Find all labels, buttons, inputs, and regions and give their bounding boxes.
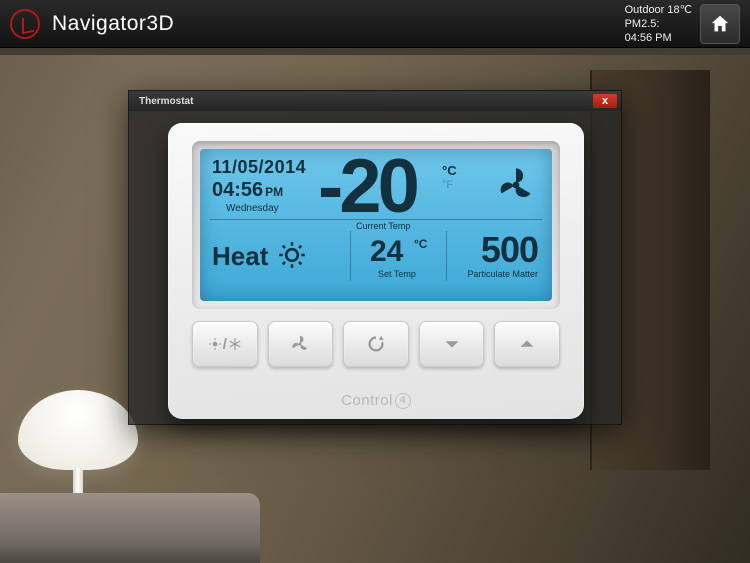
- top-bar: Navigator3D Outdoor 18℃ PM2.5: 04:56 PM: [0, 0, 750, 48]
- down-button[interactable]: [419, 321, 485, 367]
- lcd-current-temp-label: Current Temp: [356, 221, 410, 231]
- lcd-unit-c: °C: [442, 163, 457, 178]
- lcd-day-of-week: Wednesday: [226, 203, 279, 214]
- sun-small-icon: [208, 337, 222, 351]
- fan-icon: [496, 165, 536, 210]
- fan-button-icon: [289, 333, 311, 355]
- chevron-down-icon: [441, 333, 463, 355]
- home-icon: [709, 13, 731, 35]
- mode-button[interactable]: /: [192, 321, 258, 367]
- status-block: Outdoor 18℃ PM2.5: 04:56 PM: [625, 3, 692, 45]
- lcd-pm-value: 500: [481, 229, 538, 271]
- lcd-set-temp-unit: °C: [414, 237, 427, 251]
- lcd-frame: 11/05/2014 04:56PM Wednesday -20 °C °F C…: [192, 141, 560, 309]
- lcd-current-temp: -20: [318, 143, 416, 230]
- brand-text: Control: [341, 392, 393, 409]
- app-title: Navigator3D: [52, 12, 174, 36]
- bed: [0, 493, 260, 563]
- up-button[interactable]: [494, 321, 560, 367]
- lcd-pm-label: Particulate Matter: [467, 269, 538, 279]
- dialog-title: Thermostat: [139, 96, 593, 107]
- lcd-date: 11/05/2014: [212, 157, 306, 178]
- brand-label: Control4: [168, 392, 584, 409]
- pm25-label: PM2.5:: [625, 18, 660, 30]
- brand-ring-icon: 4: [395, 393, 411, 409]
- lcd-ampm: PM: [265, 185, 283, 199]
- dialog-close-button[interactable]: x: [593, 94, 617, 108]
- app-logo-icon: [10, 9, 40, 39]
- outdoor-label: Outdoor: [625, 4, 665, 16]
- clock: 04:56 PM: [625, 31, 692, 45]
- lcd-unit-f: °F: [442, 179, 453, 191]
- lcd-time-value: 04:56: [212, 179, 263, 201]
- mode-button-glyph: /: [208, 336, 242, 353]
- lcd-set-temp-label: Set Temp: [378, 269, 416, 279]
- fan-button[interactable]: [268, 321, 334, 367]
- lcd-time: 04:56PM: [212, 179, 283, 202]
- lcd-set-temp: 24: [370, 235, 403, 269]
- snowflake-icon: [228, 337, 242, 351]
- dialog-titlebar: Thermostat x: [129, 91, 621, 111]
- home-button[interactable]: [700, 4, 740, 44]
- lcd-mode: Heat: [212, 241, 268, 272]
- refresh-button[interactable]: [343, 321, 409, 367]
- thermostat-dialog: Thermostat x 11/05/2014 04:56PM Wednesda…: [128, 90, 622, 425]
- sun-icon: [278, 241, 306, 274]
- outdoor-value: 18℃: [667, 4, 692, 16]
- thermostat-device: 11/05/2014 04:56PM Wednesday -20 °C °F C…: [168, 123, 584, 419]
- refresh-icon: [365, 333, 387, 355]
- lcd-screen: 11/05/2014 04:56PM Wednesday -20 °C °F C…: [200, 149, 552, 301]
- chevron-up-icon: [516, 333, 538, 355]
- thermostat-button-row: /: [192, 321, 560, 369]
